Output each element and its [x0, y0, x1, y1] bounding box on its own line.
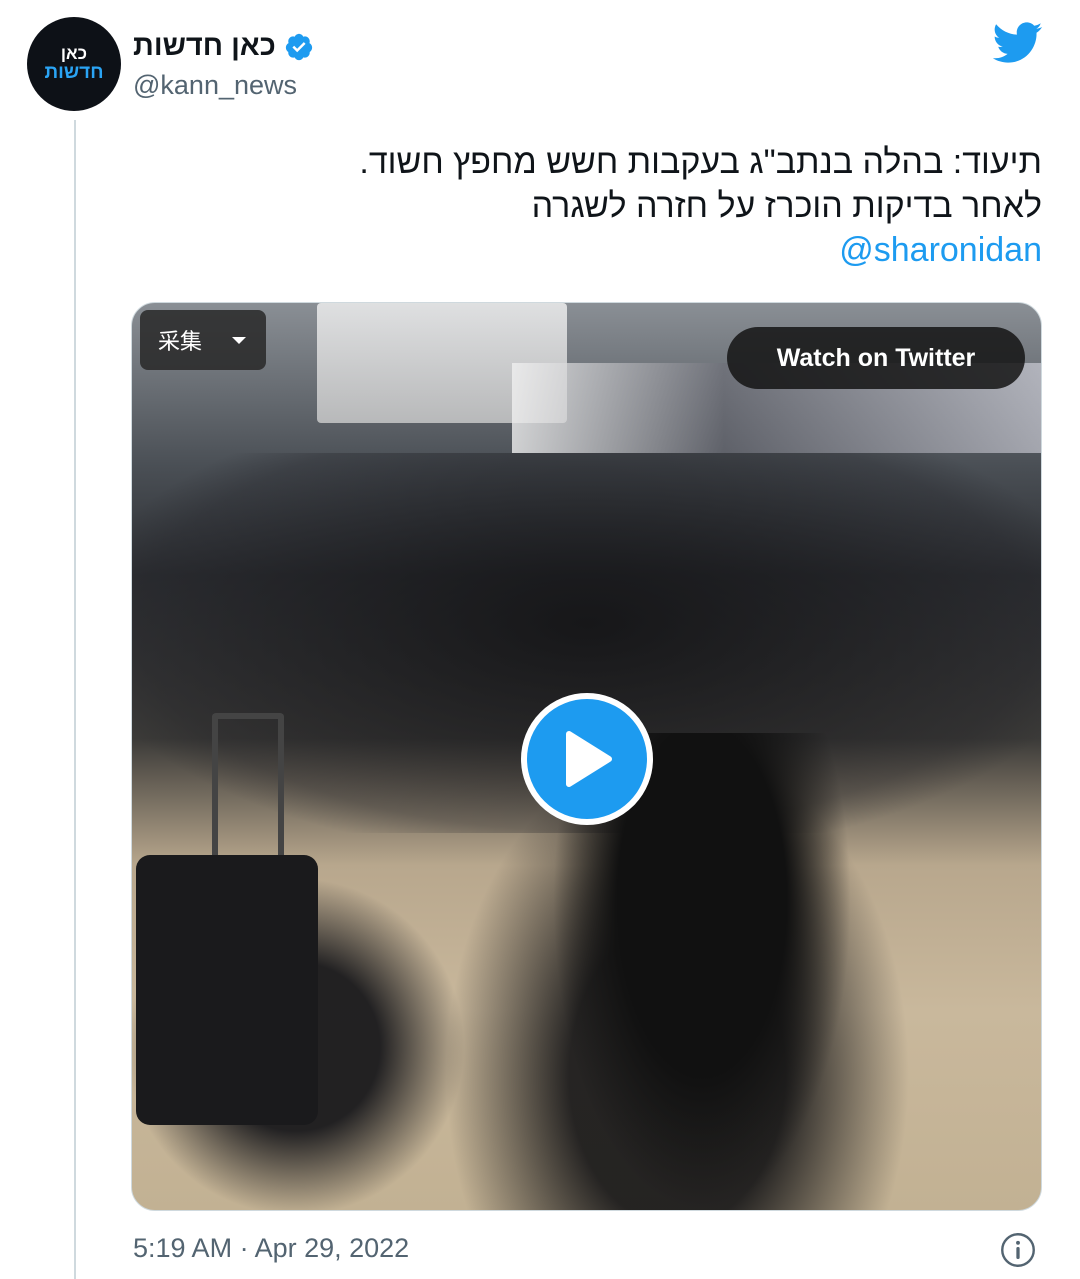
avatar[interactable]: כאן חדשות: [27, 17, 121, 111]
twitter-bird-icon[interactable]: [993, 22, 1043, 64]
thread-line: [74, 120, 76, 1279]
tweet-text-line-2: לאחר בדיקות הוכרז על חזרה לשגרה: [531, 187, 1042, 225]
tweet-text-line-1: תיעוד: בהלה בנתב"ג בעקבות חשש מחפץ חשוד.: [359, 143, 1042, 181]
watch-on-twitter-button[interactable]: Watch on Twitter: [727, 327, 1025, 389]
tweet-timestamp[interactable]: 5:19 AM · Apr 29, 2022: [133, 1233, 409, 1264]
avatar-text-top: כאן: [60, 44, 88, 64]
verified-badge-icon: [285, 33, 312, 60]
author-name-row[interactable]: כאן חדשות: [133, 30, 314, 63]
video-frame-suitcase: [136, 855, 318, 1125]
quality-selector[interactable]: 采集: [140, 310, 266, 370]
video-frame-suitcase-handle: [212, 713, 284, 869]
chevron-down-icon: [232, 336, 247, 344]
author-handle[interactable]: @kann_news: [133, 70, 297, 101]
video-player[interactable]: 采集 Watch on Twitter: [131, 302, 1042, 1211]
play-button[interactable]: [521, 693, 653, 825]
avatar-text-bottom: חדשות: [44, 61, 104, 83]
info-icon[interactable]: [1000, 1232, 1036, 1268]
quality-label: 采集: [158, 329, 203, 354]
play-icon: [566, 731, 612, 787]
mention-link[interactable]: @sharonidan: [839, 228, 1042, 272]
author-display-name[interactable]: כאן חדשות: [133, 30, 276, 63]
tweet-text: תיעוד: בהלה בנתב"ג בעקבות חשש מחפץ חשוד.…: [162, 140, 1042, 272]
